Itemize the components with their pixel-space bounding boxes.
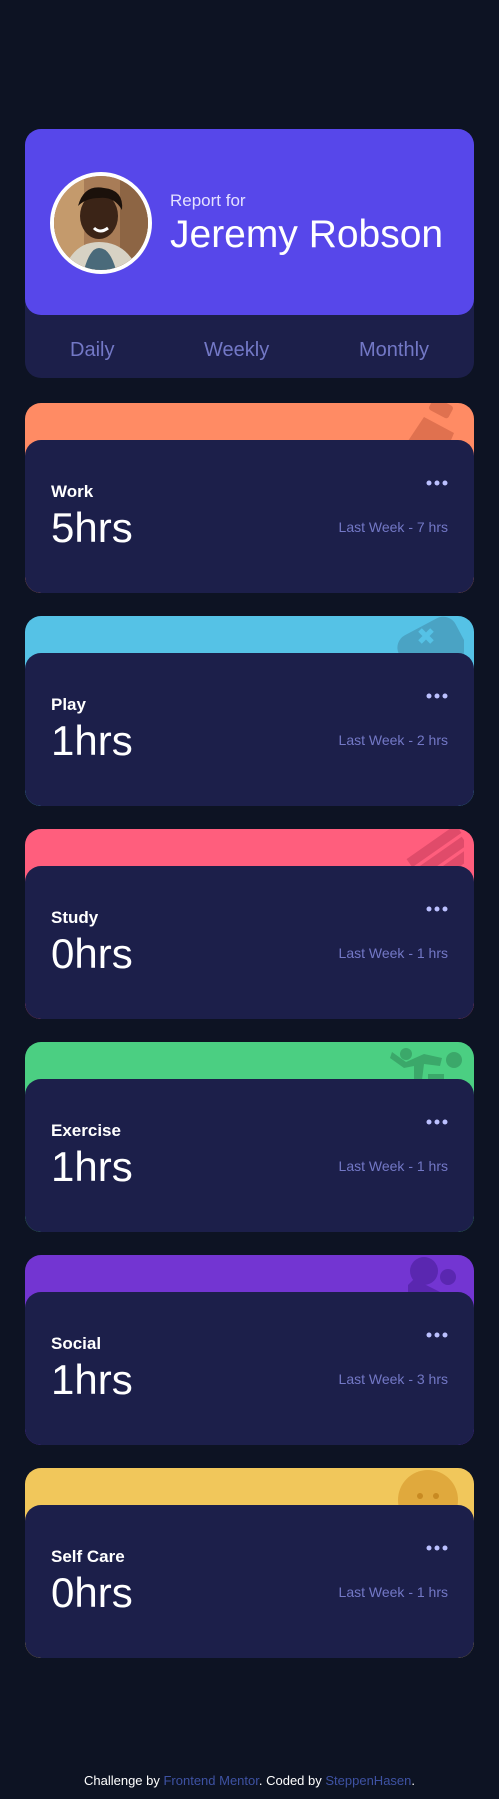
card-body[interactable]: Study 0hrs Last Week - 1 hrs — [25, 866, 474, 1019]
activity-card-social: Social 1hrs Last Week - 3 hrs — [25, 1255, 474, 1445]
attribution-footer: Challenge by Frontend Mentor. Coded by S… — [0, 1773, 499, 1788]
card-previous: Last Week - 1 hrs — [338, 945, 448, 961]
footer-middle: . Coded by — [258, 1773, 326, 1788]
timeframe-tabs: Daily Weekly Monthly — [25, 315, 474, 378]
activity-card-work: Work 5hrs Last Week - 7 hrs — [25, 403, 474, 593]
card-body[interactable]: Social 1hrs Last Week - 3 hrs — [25, 1292, 474, 1445]
profile-header: Report for Jeremy Robson — [25, 129, 474, 315]
card-body[interactable]: Self Care 0hrs Last Week - 1 hrs — [25, 1505, 474, 1658]
card-title: Study — [51, 908, 99, 927]
card-title: Self Care — [51, 1547, 125, 1566]
card-previous: Last Week - 1 hrs — [338, 1584, 448, 1600]
card-hours: 5hrs — [51, 504, 133, 551]
card-hours: 1hrs — [51, 1143, 133, 1190]
ellipsis-icon[interactable] — [426, 693, 448, 703]
card-hours: 1hrs — [51, 1356, 133, 1403]
card-previous: Last Week - 1 hrs — [338, 1158, 448, 1174]
card-body[interactable]: Work 5hrs Last Week - 7 hrs — [25, 440, 474, 593]
activity-card-exercise: Exercise 1hrs Last Week - 1 hrs — [25, 1042, 474, 1232]
card-hours: 0hrs — [51, 930, 133, 977]
footer-prefix: Challenge by — [83, 1773, 164, 1788]
frontend-mentor-link[interactable]: Frontend Mentor — [163, 1773, 258, 1788]
tab-daily[interactable]: Daily — [70, 339, 114, 362]
card-hours: 0hrs — [51, 1569, 133, 1616]
card-title: Social — [51, 1334, 102, 1353]
author-link[interactable]: SteppenHasen — [325, 1773, 411, 1788]
card-title: Exercise — [51, 1121, 121, 1140]
avatar-image — [54, 176, 148, 270]
ellipsis-icon[interactable] — [426, 1332, 448, 1342]
profile-card: Report for Jeremy Robson Daily Weekly Mo… — [25, 129, 474, 378]
ellipsis-icon[interactable] — [426, 1119, 448, 1129]
activity-card-study: Study 0hrs Last Week - 1 hrs — [25, 829, 474, 1019]
activity-card-self-care: Self Care 0hrs Last Week - 1 hrs — [25, 1468, 474, 1658]
card-previous: Last Week - 7 hrs — [338, 519, 448, 535]
tab-weekly[interactable]: Weekly — [204, 339, 269, 362]
ellipsis-icon[interactable] — [426, 906, 448, 916]
ellipsis-icon[interactable] — [426, 480, 448, 490]
report-for-label: Report for — [170, 191, 246, 210]
card-hours: 1hrs — [51, 717, 133, 764]
card-previous: Last Week - 2 hrs — [338, 732, 448, 748]
activity-card-play: Play 1hrs Last Week - 2 hrs — [25, 616, 474, 806]
tab-monthly[interactable]: Monthly — [359, 339, 429, 362]
card-title: Play — [51, 695, 86, 714]
card-previous: Last Week - 3 hrs — [338, 1371, 448, 1387]
user-name: Jeremy Robson — [170, 213, 444, 256]
ellipsis-icon[interactable] — [426, 1545, 448, 1555]
avatar — [50, 172, 152, 274]
footer-suffix: . — [411, 1773, 416, 1788]
card-body[interactable]: Play 1hrs Last Week - 2 hrs — [25, 653, 474, 806]
card-title: Work — [51, 482, 94, 501]
card-body[interactable]: Exercise 1hrs Last Week - 1 hrs — [25, 1079, 474, 1232]
